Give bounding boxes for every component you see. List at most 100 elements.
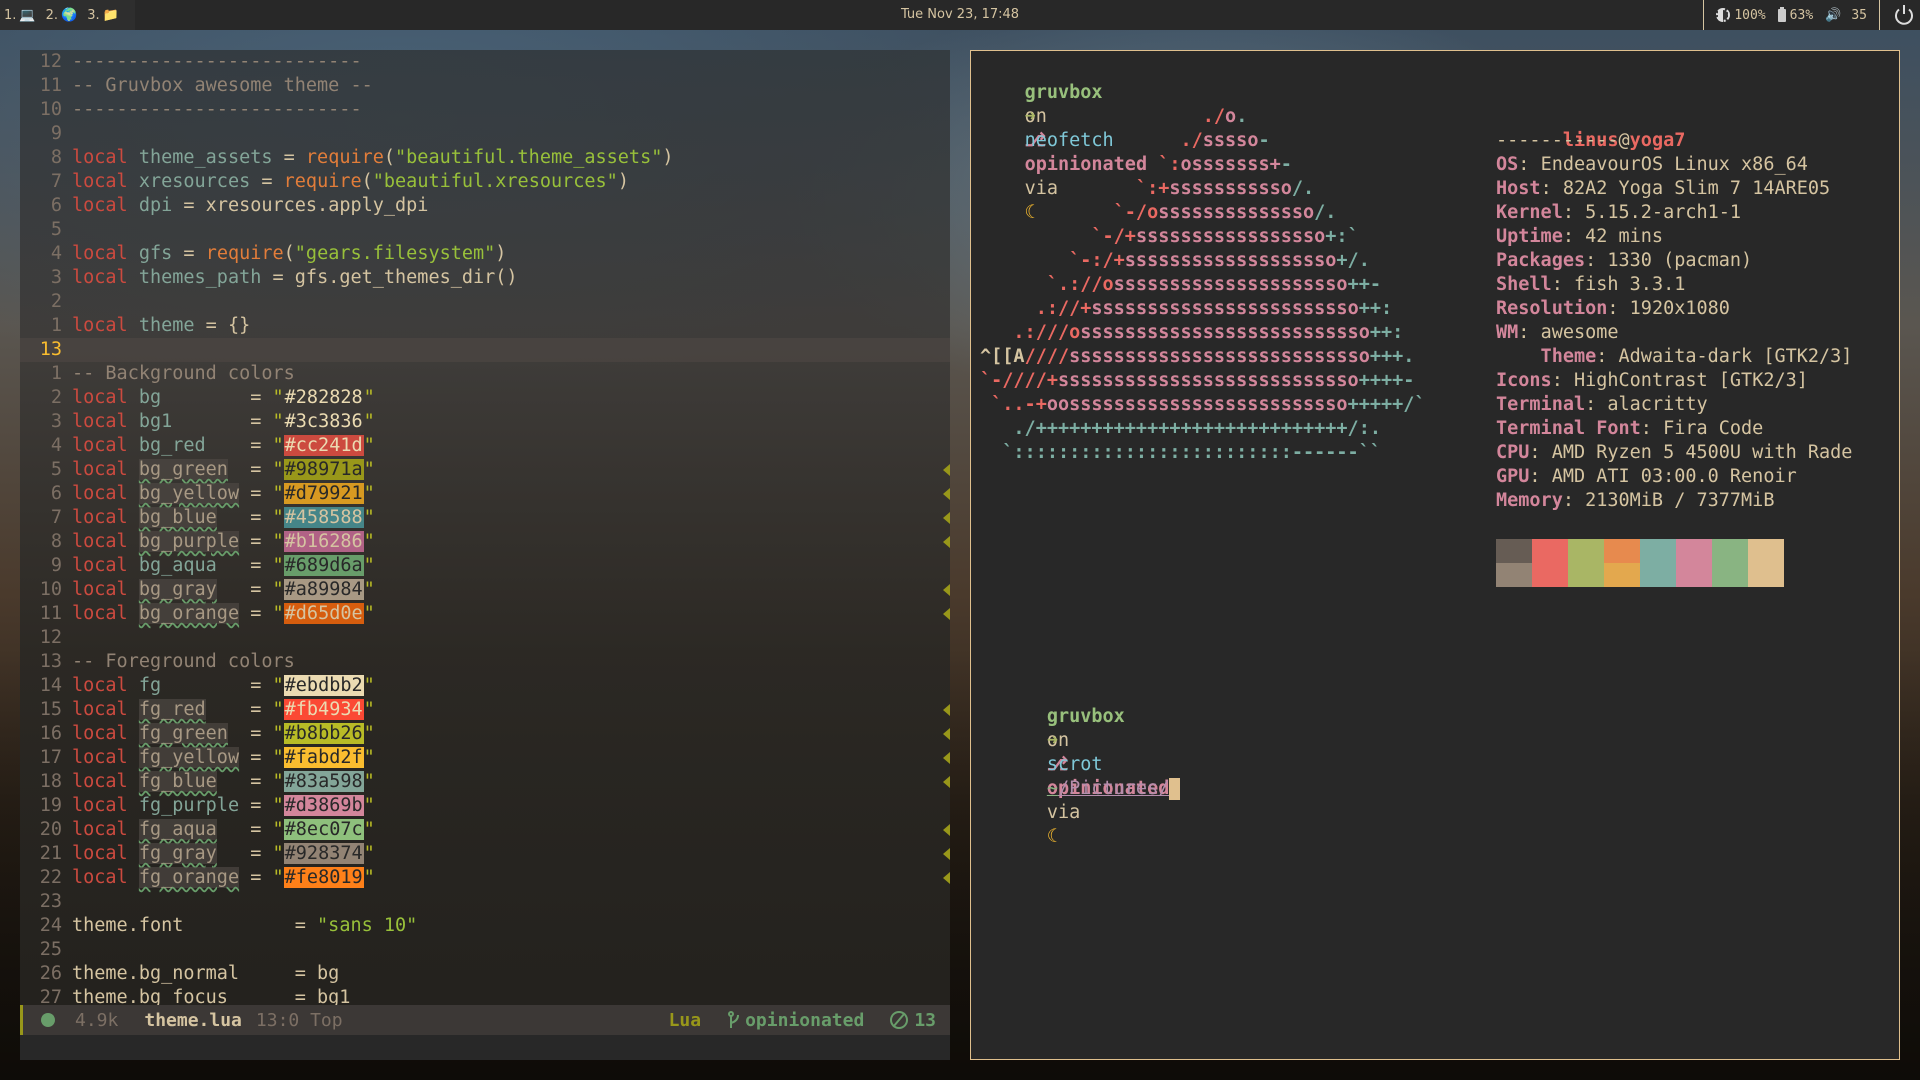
code-line[interactable]: 11 -- Gruvbox awesome theme -- <box>20 74 950 98</box>
line-text: -------------------------- <box>72 50 950 74</box>
code-line[interactable]: 8 local bg_purple = "#b16286" <box>20 530 950 554</box>
code-line[interactable]: 12 <box>20 626 950 650</box>
code-line[interactable]: 19 local fg_purple = "#d3869b" <box>20 794 950 818</box>
diagnostic-sign-icon[interactable] <box>943 536 950 548</box>
code-line[interactable]: 5 local bg_green = "#98971a" <box>20 458 950 482</box>
quote: " <box>272 843 284 864</box>
variable-name: bg <box>138 387 162 408</box>
keyword: local <box>72 579 128 600</box>
code-line[interactable]: 1 -- Background colors <box>20 362 950 386</box>
token: theme.bg_normal = bg <box>72 963 340 984</box>
info-key: Kernel <box>1496 202 1563 223</box>
diagnostic-sign-icon[interactable] <box>943 776 950 788</box>
diagnostic-sign-icon[interactable] <box>943 608 950 620</box>
info-colon: : <box>1540 178 1563 199</box>
code-line[interactable]: 4 local bg_red = "#cc241d" <box>20 434 950 458</box>
code-line[interactable]: 3 local themes_path = gfs.get_themes_dir(… <box>20 266 950 290</box>
token: = {} <box>194 315 251 336</box>
code-line[interactable]: 21 local fg_gray = "#928374" <box>20 842 950 866</box>
code-line[interactable]: 7 local bg_blue = "#458588" <box>20 506 950 530</box>
code-line[interactable]: 3 local bg1 = "#3c3836" <box>20 410 950 434</box>
code-line[interactable]: 8 local theme_assets = require("beautiful… <box>20 146 950 170</box>
code-line[interactable]: 25 <box>20 938 950 962</box>
code-line[interactable]: 17 local fg_yellow = "#fabd2f" <box>20 746 950 770</box>
code-line[interactable]: 9 <box>20 122 950 146</box>
line-text: local fg_red = "#fb4934" <box>72 698 950 722</box>
path-tilde: ~ <box>1046 778 1058 799</box>
line-number: 2 <box>50 387 62 408</box>
diagnostic-sign-icon[interactable] <box>943 464 950 476</box>
code-line[interactable]: 27 theme.bg_focus = bg1 <box>20 986 950 1005</box>
volume-widget[interactable]: 🔊 35 <box>1825 8 1867 23</box>
info-key: Resolution <box>1496 298 1608 319</box>
line-number: 8 <box>50 147 62 168</box>
code-line[interactable]: 13 -- Foreground colors <box>20 650 950 674</box>
battery-widget[interactable]: 63% <box>1777 6 1813 23</box>
code-line[interactable]: 9 local bg_aqua = "#689d6a" <box>20 554 950 578</box>
diagnostic-sign-icon[interactable] <box>943 872 950 884</box>
at-sign: @ <box>1618 130 1630 151</box>
tag-1[interactable]: 1. 💻 <box>4 8 36 23</box>
info-value: 2130MiB / 7377MiB <box>1585 490 1775 511</box>
code-line[interactable]: 20 local fg_aqua = "#8ec07c" <box>20 818 950 842</box>
editor-window[interactable]: 12 -------------------------- 11 -- Gruvbox… <box>20 50 950 1060</box>
clock[interactable]: Tue Nov 23, 17:48 <box>901 0 1019 30</box>
moon-icon: ☾ <box>1046 826 1058 847</box>
code-line[interactable]: 16 local fg_green = "#b8bb26" <box>20 722 950 746</box>
diagnostic-sign-icon[interactable] <box>943 512 950 524</box>
palette-swatch <box>1532 563 1568 587</box>
token: "beautiful.theme_assets" <box>395 147 663 168</box>
token: gfs <box>138 243 173 264</box>
code-line[interactable]: 22 local fg_orange = "#fe8019" <box>20 866 950 890</box>
code-line[interactable]: 6 local dpi = xresources.apply_dpi <box>20 194 950 218</box>
line-text <box>72 890 950 914</box>
diagnostic-sign-icon[interactable] <box>943 824 950 836</box>
line-text <box>72 122 950 146</box>
code-line[interactable]: 7 local xresources = require("beautiful.x… <box>20 170 950 194</box>
diagnostic-sign-icon[interactable] <box>943 488 950 500</box>
code-area[interactable]: 12 -------------------------- 11 -- Gruvbox… <box>20 50 950 1005</box>
code-line-current[interactable]: 13 <box>20 338 950 362</box>
terminal-window[interactable]: gruvbox on ⎇ opinionated via ☾ ➜ neofetc… <box>970 50 1900 1060</box>
code-line[interactable]: 4 local gfs = require("gears.filesystem") <box>20 242 950 266</box>
diagnostic-sign-icon[interactable] <box>943 848 950 860</box>
code-line[interactable]: 1 local theme = {} <box>20 314 950 338</box>
color-swatch: #928374 <box>283 843 364 864</box>
token: local <box>72 147 128 168</box>
code-line[interactable]: 23 <box>20 890 950 914</box>
diagnostic-sign-icon[interactable] <box>943 584 950 596</box>
tag-3[interactable]: 3. 📁 <box>87 8 119 23</box>
code-line[interactable]: 18 local fg_blue = "#83a598" <box>20 770 950 794</box>
code-line[interactable]: 12 -------------------------- <box>20 50 950 74</box>
logo-line: `:osssssss+- <box>980 153 1426 177</box>
code-line[interactable]: 14 local fg = "#ebdbb2" <box>20 674 950 698</box>
token: theme_assets <box>138 147 273 168</box>
line-number: 4 <box>50 435 62 456</box>
logo-segment: ++: <box>1358 298 1393 319</box>
keyword: local <box>72 555 128 576</box>
code-line[interactable]: 5 <box>20 218 950 242</box>
code-line[interactable]: 2 <box>20 290 950 314</box>
diagnostic-sign-icon[interactable] <box>943 728 950 740</box>
line-text <box>72 626 950 650</box>
color-swatch: #d65d0e <box>283 603 364 624</box>
code-line[interactable]: 10 local bg_gray = "#a89984" <box>20 578 950 602</box>
line-text: local fg_aqua = "#8ec07c" <box>72 818 950 842</box>
line-number: 20 <box>39 819 62 840</box>
code-line[interactable]: 10 -------------------------- <box>20 98 950 122</box>
diagnostic-sign-icon[interactable] <box>943 704 950 716</box>
command-line[interactable] <box>20 1035 950 1060</box>
code-line[interactable]: 15 local fg_red = "#fb4934" <box>20 698 950 722</box>
code-line[interactable]: 26 theme.bg_normal = bg <box>20 962 950 986</box>
file-size: 4.9k <box>75 1009 119 1031</box>
code-line[interactable]: 2 local bg = "#282828" <box>20 386 950 410</box>
code-line[interactable]: 11 local bg_orange = "#d65d0e" <box>20 602 950 626</box>
diagnostic-sign-icon[interactable] <box>943 752 950 764</box>
code-line[interactable]: 6 local bg_yellow = "#d79921" <box>20 482 950 506</box>
code-line[interactable]: 24 theme.font = "sans 10" <box>20 914 950 938</box>
brightness-widget[interactable]: 100% <box>1716 8 1766 23</box>
power-icon[interactable] <box>1892 3 1916 27</box>
tag-2[interactable]: 2. 🌍 <box>46 8 78 23</box>
line-text: local fg_gray = "#928374" <box>72 842 950 866</box>
